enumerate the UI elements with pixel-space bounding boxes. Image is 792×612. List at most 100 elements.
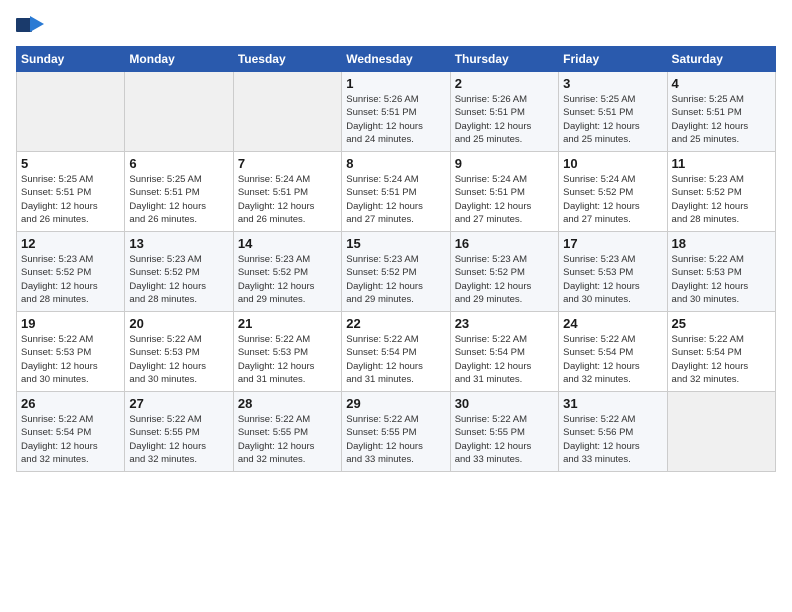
day-info: Sunrise: 5:23 AM Sunset: 5:52 PM Dayligh… <box>346 253 445 306</box>
day-number: 20 <box>129 316 228 331</box>
day-info: Sunrise: 5:26 AM Sunset: 5:51 PM Dayligh… <box>346 93 445 146</box>
calendar-cell: 28 Sunrise: 5:22 AM Sunset: 5:55 PM Dayli… <box>233 392 341 472</box>
day-number: 15 <box>346 236 445 251</box>
day-info: Sunrise: 5:24 AM Sunset: 5:51 PM Dayligh… <box>455 173 554 226</box>
calendar-cell: 17 Sunrise: 5:23 AM Sunset: 5:53 PM Dayli… <box>559 232 667 312</box>
calendar-cell: 5 Sunrise: 5:25 AM Sunset: 5:51 PM Daylig… <box>17 152 125 232</box>
day-number: 24 <box>563 316 662 331</box>
calendar-header-row: Sunday Monday Tuesday Wednesday Thursday… <box>17 47 776 72</box>
day-number: 10 <box>563 156 662 171</box>
day-info: Sunrise: 5:22 AM Sunset: 5:54 PM Dayligh… <box>455 333 554 386</box>
day-number: 30 <box>455 396 554 411</box>
calendar-cell: 3Sunrise: 5:25 AM Sunset: 5:51 PM Daylig… <box>559 72 667 152</box>
day-number: 12 <box>21 236 120 251</box>
day-info: Sunrise: 5:22 AM Sunset: 5:55 PM Dayligh… <box>129 413 228 466</box>
day-number: 5 <box>21 156 120 171</box>
day-number: 26 <box>21 396 120 411</box>
calendar-cell: 21Sunrise: 5:22 AM Sunset: 5:53 PM Dayli… <box>233 312 341 392</box>
calendar-cell: 12 Sunrise: 5:23 AM Sunset: 5:52 PM Dayli… <box>17 232 125 312</box>
calendar-cell: 15 Sunrise: 5:23 AM Sunset: 5:52 PM Dayli… <box>342 232 450 312</box>
day-number: 13 <box>129 236 228 251</box>
calendar-cell: 13 Sunrise: 5:23 AM Sunset: 5:52 PM Dayli… <box>125 232 233 312</box>
day-info: Sunrise: 5:24 AM Sunset: 5:51 PM Dayligh… <box>346 173 445 226</box>
calendar-cell: 30 Sunrise: 5:22 AM Sunset: 5:55 PM Dayli… <box>450 392 558 472</box>
day-number: 16 <box>455 236 554 251</box>
day-info: Sunrise: 5:23 AM Sunset: 5:52 PM Dayligh… <box>129 253 228 306</box>
logo-icon <box>16 16 44 38</box>
day-number: 22 <box>346 316 445 331</box>
calendar-cell: 25 Sunrise: 5:22 AM Sunset: 5:54 PM Dayli… <box>667 312 775 392</box>
day-number: 27 <box>129 396 228 411</box>
day-info: Sunrise: 5:22 AM Sunset: 5:53 PM Dayligh… <box>238 333 337 386</box>
day-number: 1 <box>346 76 445 91</box>
calendar-table: Sunday Monday Tuesday Wednesday Thursday… <box>16 46 776 472</box>
day-number: 4 <box>672 76 771 91</box>
calendar-cell: 4 Sunrise: 5:25 AM Sunset: 5:51 PM Daylig… <box>667 72 775 152</box>
calendar-cell: 24 Sunrise: 5:22 AM Sunset: 5:54 PM Dayli… <box>559 312 667 392</box>
day-number: 11 <box>672 156 771 171</box>
day-info: Sunrise: 5:22 AM Sunset: 5:55 PM Dayligh… <box>238 413 337 466</box>
day-number: 23 <box>455 316 554 331</box>
day-info: Sunrise: 5:23 AM Sunset: 5:52 PM Dayligh… <box>672 173 771 226</box>
col-sunday: Sunday <box>17 47 125 72</box>
col-friday: Friday <box>559 47 667 72</box>
calendar-cell <box>667 392 775 472</box>
calendar-cell: 19 Sunrise: 5:22 AM Sunset: 5:53 PM Dayli… <box>17 312 125 392</box>
calendar-cell: 18 Sunrise: 5:22 AM Sunset: 5:53 PM Dayli… <box>667 232 775 312</box>
day-info: Sunrise: 5:22 AM Sunset: 5:53 PM Dayligh… <box>21 333 120 386</box>
calendar-cell: 11 Sunrise: 5:23 AM Sunset: 5:52 PM Dayli… <box>667 152 775 232</box>
day-info: Sunrise: 5:23 AM Sunset: 5:52 PM Dayligh… <box>21 253 120 306</box>
day-info: Sunrise: 5:22 AM Sunset: 5:54 PM Dayligh… <box>346 333 445 386</box>
calendar-cell: 8 Sunrise: 5:24 AM Sunset: 5:51 PM Daylig… <box>342 152 450 232</box>
day-info: Sunrise: 5:22 AM Sunset: 5:56 PM Dayligh… <box>563 413 662 466</box>
day-info: Sunrise: 5:23 AM Sunset: 5:52 PM Dayligh… <box>238 253 337 306</box>
day-info: Sunrise: 5:22 AM Sunset: 5:55 PM Dayligh… <box>346 413 445 466</box>
day-info: Sunrise: 5:25 AM Sunset: 5:51 PM Dayligh… <box>672 93 771 146</box>
col-saturday: Saturday <box>667 47 775 72</box>
day-info: Sunrise: 5:22 AM Sunset: 5:53 PM Dayligh… <box>129 333 228 386</box>
calendar-cell: 29 Sunrise: 5:22 AM Sunset: 5:55 PM Dayli… <box>342 392 450 472</box>
day-info: Sunrise: 5:22 AM Sunset: 5:54 PM Dayligh… <box>563 333 662 386</box>
day-number: 7 <box>238 156 337 171</box>
calendar-week-3: 12 Sunrise: 5:23 AM Sunset: 5:52 PM Dayli… <box>17 232 776 312</box>
day-number: 25 <box>672 316 771 331</box>
calendar-cell: 16 Sunrise: 5:23 AM Sunset: 5:52 PM Dayli… <box>450 232 558 312</box>
day-info: Sunrise: 5:25 AM Sunset: 5:51 PM Dayligh… <box>21 173 120 226</box>
col-thursday: Thursday <box>450 47 558 72</box>
calendar-cell: 14 Sunrise: 5:23 AM Sunset: 5:52 PM Dayli… <box>233 232 341 312</box>
col-monday: Monday <box>125 47 233 72</box>
day-info: Sunrise: 5:22 AM Sunset: 5:54 PM Dayligh… <box>672 333 771 386</box>
day-number: 29 <box>346 396 445 411</box>
calendar-cell <box>233 72 341 152</box>
calendar-cell: 23 Sunrise: 5:22 AM Sunset: 5:54 PM Dayli… <box>450 312 558 392</box>
col-wednesday: Wednesday <box>342 47 450 72</box>
day-number: 28 <box>238 396 337 411</box>
calendar-week-4: 19 Sunrise: 5:22 AM Sunset: 5:53 PM Dayli… <box>17 312 776 392</box>
day-info: Sunrise: 5:24 AM Sunset: 5:52 PM Dayligh… <box>563 173 662 226</box>
day-info: Sunrise: 5:23 AM Sunset: 5:53 PM Dayligh… <box>563 253 662 306</box>
day-number: 14 <box>238 236 337 251</box>
calendar-cell: 31 Sunrise: 5:22 AM Sunset: 5:56 PM Dayli… <box>559 392 667 472</box>
day-info: Sunrise: 5:26 AM Sunset: 5:51 PM Dayligh… <box>455 93 554 146</box>
calendar-cell: 1 Sunrise: 5:26 AM Sunset: 5:51 PM Daylig… <box>342 72 450 152</box>
calendar-cell <box>17 72 125 152</box>
col-tuesday: Tuesday <box>233 47 341 72</box>
day-number: 19 <box>21 316 120 331</box>
day-number: 17 <box>563 236 662 251</box>
day-number: 31 <box>563 396 662 411</box>
calendar-cell: 10 Sunrise: 5:24 AM Sunset: 5:52 PM Dayli… <box>559 152 667 232</box>
day-info: Sunrise: 5:23 AM Sunset: 5:52 PM Dayligh… <box>455 253 554 306</box>
day-info: Sunrise: 5:22 AM Sunset: 5:53 PM Dayligh… <box>672 253 771 306</box>
day-number: 9 <box>455 156 554 171</box>
calendar-cell: 27 Sunrise: 5:22 AM Sunset: 5:55 PM Dayli… <box>125 392 233 472</box>
day-number: 2 <box>455 76 554 91</box>
day-info: Sunrise: 5:25 AM Sunset: 5:51 PM Dayligh… <box>129 173 228 226</box>
day-info: Sunrise: 5:22 AM Sunset: 5:54 PM Dayligh… <box>21 413 120 466</box>
day-number: 8 <box>346 156 445 171</box>
calendar-cell: 6Sunrise: 5:25 AM Sunset: 5:51 PM Daylig… <box>125 152 233 232</box>
calendar-cell: 20 Sunrise: 5:22 AM Sunset: 5:53 PM Dayli… <box>125 312 233 392</box>
header <box>16 16 776 38</box>
day-number: 18 <box>672 236 771 251</box>
calendar-cell: 7Sunrise: 5:24 AM Sunset: 5:51 PM Daylig… <box>233 152 341 232</box>
day-info: Sunrise: 5:22 AM Sunset: 5:55 PM Dayligh… <box>455 413 554 466</box>
